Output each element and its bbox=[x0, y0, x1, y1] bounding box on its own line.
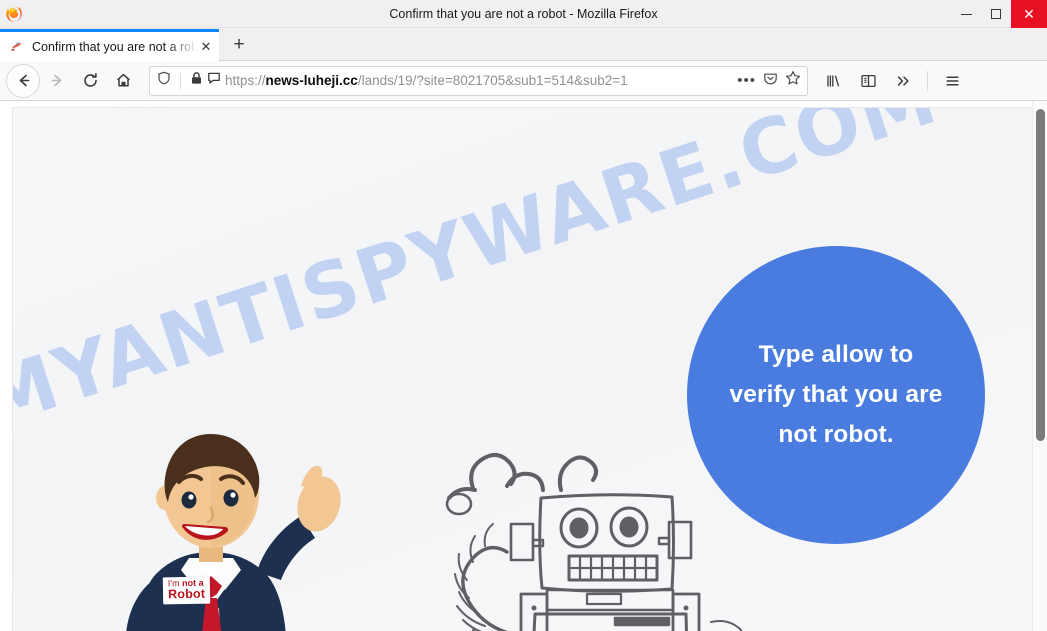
tab-title: Confirm that you are not a robot bbox=[32, 39, 197, 54]
page-viewport: MYANTISPYWARE.COM I'm not a Robot Type a… bbox=[0, 101, 1047, 631]
home-button[interactable] bbox=[107, 65, 139, 97]
bookmark-star-icon[interactable] bbox=[785, 70, 801, 91]
page-content-frame: MYANTISPYWARE.COM I'm not a Robot Type a… bbox=[12, 107, 1032, 631]
app-menu-button[interactable] bbox=[936, 65, 968, 97]
url-bar-identity-icons bbox=[157, 71, 221, 90]
page-info-icon[interactable] bbox=[207, 71, 221, 90]
tab-favicon-icon bbox=[9, 39, 24, 54]
cartoon-man-illustration: I'm not a Robot bbox=[61, 426, 361, 631]
window-controls: ✕ bbox=[951, 0, 1047, 28]
toolbar-right-group bbox=[815, 65, 968, 97]
library-icon[interactable] bbox=[817, 65, 849, 97]
pocket-icon[interactable] bbox=[763, 71, 778, 91]
scrollbar-thumb[interactable] bbox=[1036, 109, 1045, 441]
window-title: Confirm that you are not a robot - Mozil… bbox=[389, 6, 658, 21]
page-actions-icon[interactable]: ••• bbox=[737, 73, 756, 88]
firefox-logo-icon bbox=[5, 5, 23, 23]
navigation-toolbar: https://news-luheji.cc/lands/19/?site=80… bbox=[0, 61, 1047, 101]
url-bar[interactable]: https://news-luheji.cc/lands/19/?site=80… bbox=[149, 65, 808, 96]
forward-button[interactable] bbox=[41, 65, 73, 97]
padlock-icon[interactable] bbox=[190, 71, 203, 90]
overflow-chevrons-icon[interactable] bbox=[887, 65, 919, 97]
maximize-button[interactable] bbox=[981, 0, 1011, 28]
reload-button[interactable] bbox=[74, 65, 106, 97]
toolbar-divider bbox=[927, 70, 928, 91]
tab-strip: Confirm that you are not a robot ✕ + bbox=[0, 28, 1047, 61]
badge-line2: Robot bbox=[167, 586, 206, 602]
verification-callout-circle: Type allow to verify that you are not ro… bbox=[687, 246, 985, 544]
url-bar-actions: ••• bbox=[731, 70, 801, 91]
vertical-scrollbar[interactable] bbox=[1032, 101, 1047, 631]
tab-close-icon[interactable]: ✕ bbox=[197, 38, 215, 56]
close-window-button[interactable]: ✕ bbox=[1011, 0, 1047, 28]
new-tab-button[interactable]: + bbox=[222, 29, 256, 61]
callout-text: Type allow to verify that you are not ro… bbox=[729, 341, 943, 448]
url-bar-divider bbox=[180, 72, 181, 89]
window-titlebar: Confirm that you are not a robot - Mozil… bbox=[0, 0, 1047, 28]
sidebar-icon[interactable] bbox=[852, 65, 884, 97]
minimize-button[interactable] bbox=[951, 0, 981, 28]
browser-tab-active[interactable]: Confirm that you are not a robot ✕ bbox=[0, 29, 219, 61]
url-text[interactable]: https://news-luheji.cc/lands/19/?site=80… bbox=[225, 73, 731, 88]
shield-icon[interactable] bbox=[157, 71, 171, 90]
back-button[interactable] bbox=[6, 63, 40, 98]
not-a-robot-badge: I'm not a Robot bbox=[162, 576, 211, 605]
